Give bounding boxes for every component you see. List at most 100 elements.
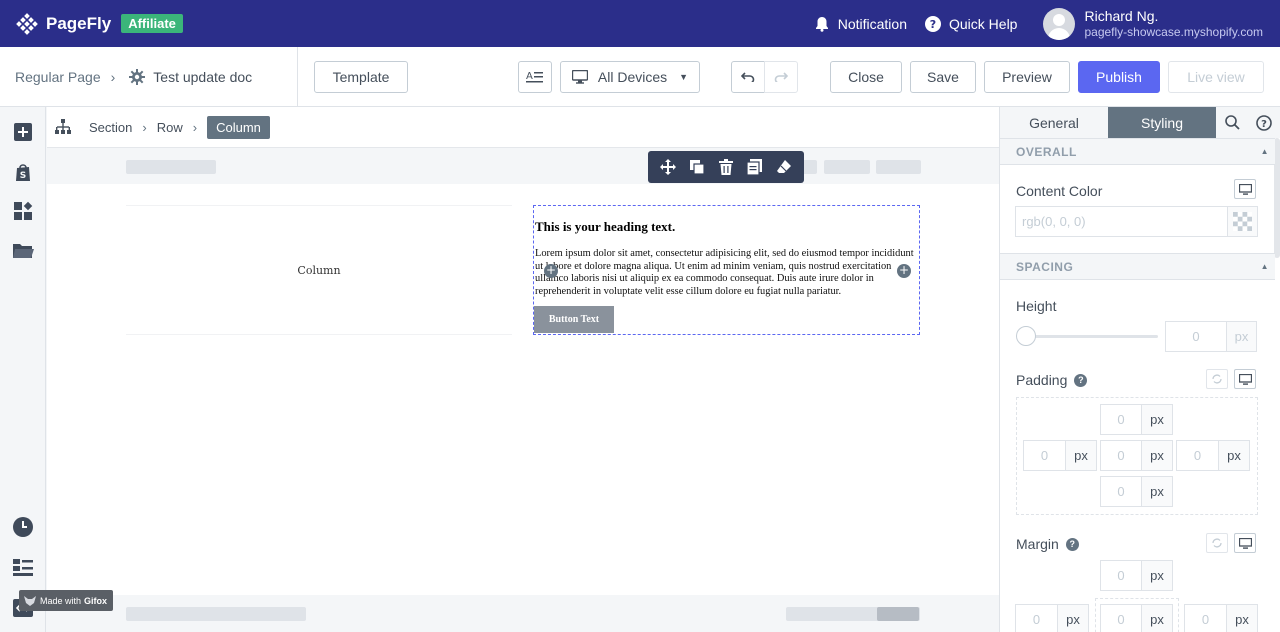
responsive-toggle[interactable]	[1234, 179, 1256, 199]
close-button[interactable]: Close	[830, 61, 902, 93]
padding-top-value: 0	[1117, 412, 1125, 427]
save-button[interactable]: Save	[910, 61, 976, 93]
chevron-right-icon: ›	[142, 119, 147, 135]
trash-icon[interactable]	[717, 158, 735, 176]
help-icon[interactable]: ?	[1074, 373, 1088, 387]
bell-icon	[815, 16, 828, 32]
quick-help-button[interactable]: ? Quick Help	[925, 15, 1017, 32]
responsive-toggle[interactable]	[1234, 533, 1256, 553]
transparent-swatch-icon	[1233, 212, 1252, 231]
content-color-label: Content Color	[1016, 183, 1103, 199]
margin-label-text: Margin	[1016, 536, 1059, 552]
sitemap-icon[interactable]	[55, 119, 71, 135]
padding-top-input[interactable]: 0	[1100, 404, 1142, 435]
top-bar: PageFly Affiliate Notification ? Quick H…	[0, 0, 1280, 47]
link-padding-toggle[interactable]	[1206, 369, 1228, 389]
padding-right-input[interactable]: 0	[1176, 440, 1219, 471]
undo-button[interactable]	[731, 61, 765, 93]
spacing-section-header[interactable]: SPACING ▲	[1000, 253, 1275, 280]
margin-left-input[interactable]: 0	[1015, 604, 1058, 632]
redo-button[interactable]	[764, 61, 798, 93]
padding-left-unit[interactable]: px	[1065, 440, 1097, 471]
redo-icon	[774, 72, 788, 82]
template-button[interactable]: Template	[314, 61, 408, 93]
history-icon[interactable]	[12, 516, 34, 538]
padding-label: Padding?	[1016, 372, 1088, 388]
add-element-icon[interactable]	[12, 121, 34, 143]
preview-button[interactable]: Preview	[984, 61, 1070, 93]
paragraph-element[interactable]: Lorem ipsum dolor sit amet, consectetur …	[535, 248, 918, 298]
selected-column[interactable]: This is your heading text. Lorem ipsum d…	[533, 205, 920, 335]
logo[interactable]: PageFly Affiliate	[16, 12, 183, 35]
caret-up-icon: ▲	[1260, 147, 1269, 156]
breadcrumb-row[interactable]: Row	[157, 120, 183, 135]
add-right-icon[interactable]: +	[897, 264, 911, 278]
save-as-snippet-icon[interactable]	[746, 158, 764, 176]
padding-bottom-value: 0	[1117, 484, 1125, 499]
page-settings[interactable]: Test update doc	[129, 68, 252, 85]
content-color-input[interactable]: rgb(0, 0, 0)	[1015, 206, 1228, 237]
tab-styling[interactable]: Styling	[1108, 107, 1216, 138]
inspector-panel: General Styling ? OVERALL ▲ Content Colo…	[999, 107, 1280, 632]
notification-button[interactable]: Notification	[814, 16, 907, 32]
live-view-button[interactable]: Live view	[1168, 61, 1264, 93]
padding-center-unit[interactable]: px	[1141, 440, 1173, 471]
padding-center-input[interactable]: 0	[1100, 440, 1142, 471]
margin-center-input[interactable]: 0	[1100, 604, 1142, 632]
empty-column[interactable]: Column	[126, 205, 512, 335]
desktop-icon	[1238, 537, 1252, 549]
device-select[interactable]: All Devices ▼	[560, 61, 700, 93]
padding-top-unit[interactable]: px	[1141, 404, 1173, 435]
duplicate-icon[interactable]	[688, 158, 706, 176]
margin-top-unit[interactable]: px	[1141, 560, 1173, 591]
breadcrumb-column[interactable]: Column	[207, 115, 270, 139]
svg-text:S: S	[20, 171, 26, 181]
padding-bottom-input[interactable]: 0	[1100, 476, 1142, 507]
margin-right-input[interactable]: 0	[1184, 604, 1227, 632]
folder-icon[interactable]	[12, 239, 34, 261]
margin-center-unit[interactable]: px	[1141, 604, 1173, 632]
help-icon[interactable]: ?	[1248, 107, 1280, 138]
color-swatch[interactable]	[1227, 206, 1258, 237]
add-left-icon[interactable]: +	[544, 264, 558, 278]
tab-general[interactable]: General	[1000, 107, 1108, 138]
button-element[interactable]: Button Text	[534, 306, 614, 334]
heading-element[interactable]: This is your heading text.	[535, 219, 919, 235]
height-slider-handle[interactable]	[1016, 326, 1036, 346]
margin-left-unit[interactable]: px	[1057, 604, 1089, 632]
shopify-icon[interactable]: S	[12, 161, 34, 183]
publish-button[interactable]: Publish	[1078, 61, 1160, 93]
link-margin-toggle[interactable]	[1206, 533, 1228, 553]
watermark-brand: Gifox	[84, 595, 108, 606]
padding-bottom-unit[interactable]: px	[1141, 476, 1173, 507]
text-format-button[interactable]: A	[518, 61, 552, 93]
svg-text:A: A	[526, 71, 533, 82]
overall-section-header[interactable]: OVERALL ▲	[1000, 138, 1275, 165]
desktop-icon	[1238, 373, 1252, 385]
apps-icon[interactable]	[12, 200, 34, 222]
avatar	[1043, 7, 1076, 40]
chevron-right-icon: ›	[192, 119, 198, 135]
padding-right-unit[interactable]: px	[1218, 440, 1250, 471]
margin-top-value: 0	[1117, 568, 1125, 583]
user-menu[interactable]: Richard Ng. pagefly-showcase.myshopify.c…	[1043, 7, 1263, 40]
responsive-toggle[interactable]	[1234, 369, 1256, 389]
gifox-logo-icon	[24, 595, 36, 606]
editor-canvas[interactable]: Column This is your heading text. Lorem …	[47, 147, 999, 632]
help-icon[interactable]: ?	[1065, 537, 1079, 551]
page-type-link[interactable]: Regular Page	[15, 69, 101, 85]
style-eraser-icon[interactable]	[775, 158, 793, 176]
affiliate-badge[interactable]: Affiliate	[121, 14, 183, 33]
padding-left-input[interactable]: 0	[1023, 440, 1066, 471]
margin-top-input[interactable]: 0	[1100, 560, 1142, 591]
search-icon[interactable]	[1216, 107, 1248, 138]
move-icon[interactable]	[659, 158, 677, 176]
margin-right-unit[interactable]: px	[1226, 604, 1258, 632]
outline-icon[interactable]	[12, 557, 34, 579]
height-input[interactable]: 0	[1165, 321, 1227, 352]
height-slider-track[interactable]	[1022, 335, 1158, 338]
editor-toolbar: Regular Page › Test update doc Template …	[0, 47, 1280, 107]
caret-down-icon: ▼	[679, 72, 689, 82]
height-unit[interactable]: px	[1226, 321, 1257, 352]
breadcrumb-section[interactable]: Section	[89, 120, 132, 135]
